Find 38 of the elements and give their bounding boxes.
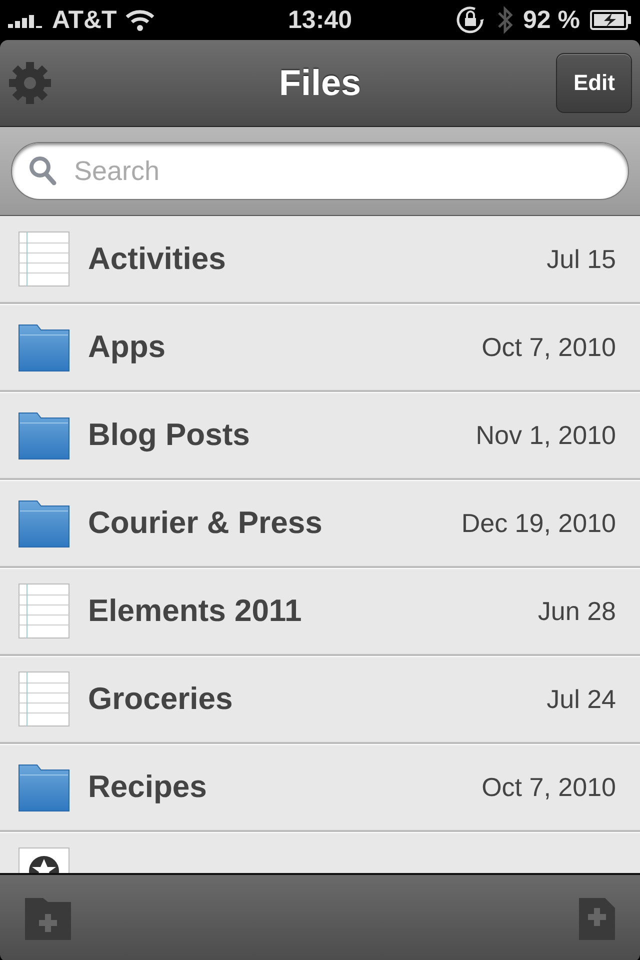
- battery-charging-icon: [590, 10, 632, 30]
- file-row[interactable]: Blog Posts Nov 1, 2010: [0, 392, 640, 480]
- settings-icon[interactable]: [8, 61, 52, 105]
- file-date: Nov 1, 2010: [476, 420, 616, 450]
- nav-title: Files: [278, 62, 362, 104]
- file-date: Dec 19, 2010: [461, 508, 616, 538]
- file-row[interactable]: Apps Oct 7, 2010: [0, 304, 640, 392]
- file-date: Oct 7, 2010: [482, 772, 616, 802]
- file-name: Activities: [88, 241, 227, 277]
- status-time: 13:40: [288, 6, 352, 34]
- file-row[interactable]: Courier & Press Dec 19, 2010: [0, 480, 640, 568]
- file-row[interactable]: Groceries Jul 24: [0, 656, 640, 744]
- file-row[interactable]: Recipes Oct 7, 2010: [0, 744, 640, 832]
- note-icon: [18, 231, 70, 287]
- wifi-icon: [124, 9, 155, 31]
- file-row[interactable]: Activities Jul 15: [0, 216, 640, 304]
- new-folder-button[interactable]: [24, 896, 72, 940]
- signal-icon: [8, 12, 44, 28]
- file-name: Courier & Press: [88, 505, 324, 541]
- battery-percent: 92 %: [523, 6, 580, 34]
- note-icon: [18, 671, 70, 727]
- search-icon: [29, 156, 57, 186]
- file-date: Oct 7, 2010: [482, 332, 616, 362]
- file-date: Jul 24: [546, 684, 616, 714]
- file-name: Recipes: [88, 769, 208, 805]
- file-date: Jun 28: [538, 596, 616, 626]
- file-name: Elements 2011: [88, 593, 303, 629]
- bluetooth-icon: [497, 5, 514, 35]
- carrier-name: AT&T: [52, 6, 117, 34]
- file-row[interactable]: Elements 2011 Jun 28: [0, 568, 640, 656]
- file-name: Groceries: [88, 681, 234, 717]
- new-document-button[interactable]: [578, 896, 616, 940]
- file-name: Apps: [88, 329, 166, 365]
- search-field[interactable]: Search: [11, 142, 629, 200]
- file-date: Jul 15: [546, 244, 616, 274]
- file-name: Blog Posts: [88, 417, 251, 453]
- edit-button[interactable]: Edit: [556, 53, 632, 113]
- note-icon: [18, 583, 70, 639]
